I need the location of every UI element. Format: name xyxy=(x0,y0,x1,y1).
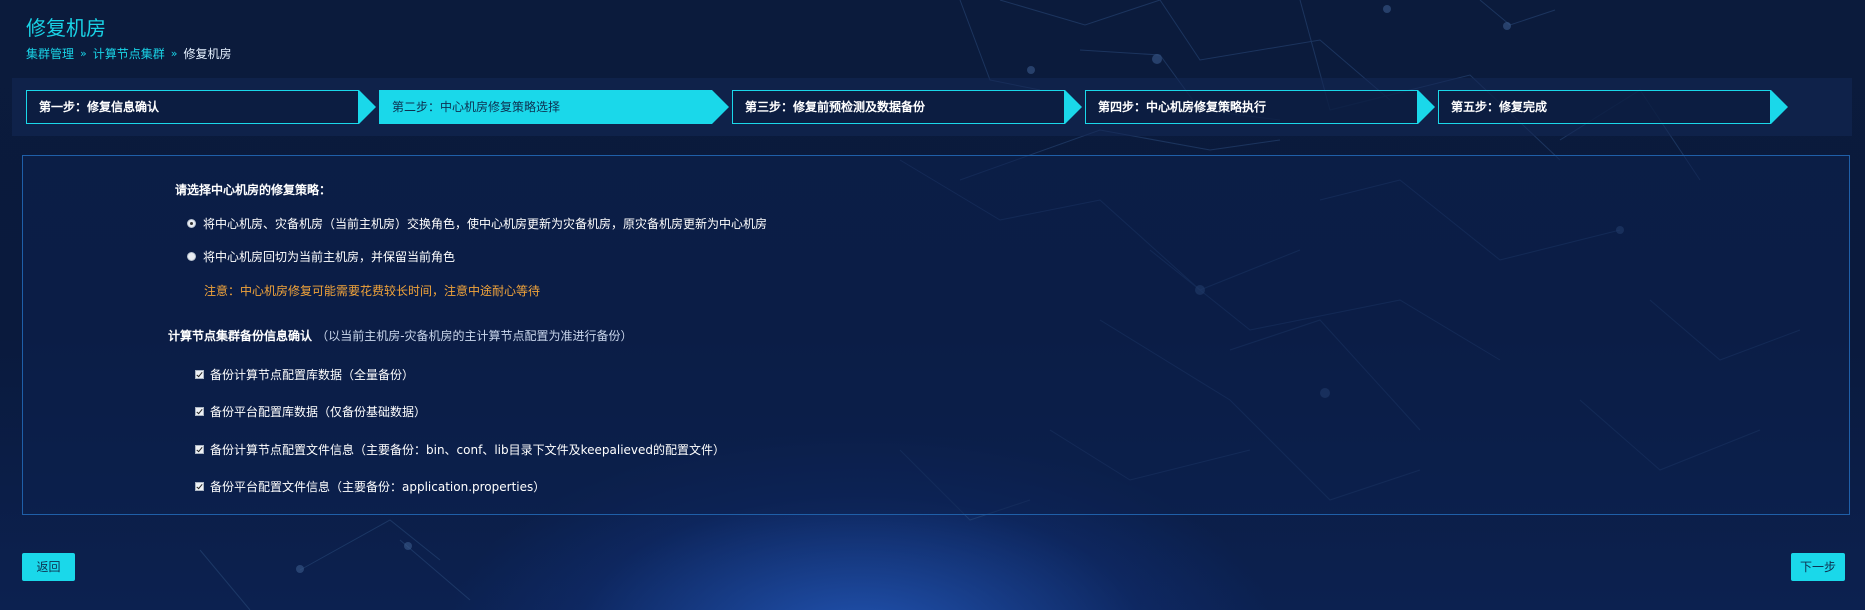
backup-item-label: 备份平台配置文件信息（主要备份：application.properties） xyxy=(210,480,546,494)
checkbox-checked[interactable] xyxy=(195,445,204,454)
checkbox-checked[interactable] xyxy=(195,407,204,416)
backup-item-compute-config-db[interactable]: 备份计算节点配置库数据（全量备份） xyxy=(195,366,414,383)
step-arrow-icon xyxy=(1065,90,1082,124)
strategy-option-label: 将中心机房回切为当前主机房，并保留当前角色 xyxy=(203,250,456,264)
backup-item-label: 备份计算节点配置文件信息（主要备份：bin、conf、lib目录下文件及keep… xyxy=(210,443,726,457)
breadcrumb-item-cluster-management[interactable]: 集群管理 xyxy=(26,45,74,62)
breadcrumb-separator-icon: » xyxy=(80,47,87,60)
strategy-option-switch-back[interactable]: 将中心机房回切为当前主机房，并保留当前角色 xyxy=(187,248,455,265)
radio-button-checked[interactable] xyxy=(187,219,196,228)
step-5-label: 第五步：修复完成 xyxy=(1438,90,1771,124)
step-arrow-icon xyxy=(359,90,376,124)
strategy-warning: 注意：中心机房修复可能需要花费较长时间，注意中途耐心等待 xyxy=(204,284,541,298)
strategy-panel: 请选择中心机房的修复策略： 将中心机房、灾备机房（当前主机房）交换角色，使中心机… xyxy=(22,155,1850,515)
step-arrow-icon xyxy=(1418,90,1435,124)
backup-item-label: 备份计算节点配置库数据（全量备份） xyxy=(210,368,415,382)
breadcrumb-separator-icon: » xyxy=(170,47,178,60)
backup-heading: 计算节点集群备份信息确认 （以当前主机房-灾备机房的主计算节点配置为准进行备份） xyxy=(168,327,633,344)
backup-item-label: 备份平台配置库数据（仅备份基础数据） xyxy=(210,405,427,419)
step-arrow-icon xyxy=(712,90,729,124)
step-4-label: 第四步：中心机房修复策略执行 xyxy=(1085,90,1418,124)
backup-heading-hint: （以当前主机房-灾备机房的主计算节点配置为准进行备份） xyxy=(316,329,633,343)
radio-button[interactable] xyxy=(187,252,196,261)
strategy-heading: 请选择中心机房的修复策略： xyxy=(175,183,332,197)
backup-heading-text: 计算节点集群备份信息确认 xyxy=(168,329,313,343)
next-step-button[interactable]: 下一步 xyxy=(1791,553,1845,581)
step-2-label: 第二步：中心机房修复策略选择 xyxy=(379,90,712,124)
breadcrumb: 集群管理 » 计算节点集群 » 修复机房 xyxy=(26,45,232,62)
breadcrumb-item-current: 修复机房 xyxy=(183,47,232,61)
strategy-option-swap-roles[interactable]: 将中心机房、灾备机房（当前主机房）交换角色，使中心机房更新为灾备机房，原灾备机房… xyxy=(187,215,767,232)
page-title: 修复机房 xyxy=(26,16,106,40)
backup-item-platform-config-db[interactable]: 备份平台配置库数据（仅备份基础数据） xyxy=(195,403,426,420)
step-arrow-icon xyxy=(1771,90,1788,124)
step-3-label: 第三步：修复前预检测及数据备份 xyxy=(732,90,1065,124)
step-1-label: 第一步：修复信息确认 xyxy=(26,90,359,124)
checkbox-checked[interactable] xyxy=(195,370,204,379)
breadcrumb-item-compute-node-cluster[interactable]: 计算节点集群 xyxy=(93,45,165,62)
backup-item-platform-config-files[interactable]: 备份平台配置文件信息（主要备份：application.properties） xyxy=(195,478,545,495)
strategy-option-label: 将中心机房、灾备机房（当前主机房）交换角色，使中心机房更新为灾备机房，原灾备机房… xyxy=(203,217,768,231)
step-progress-bar: 第一步：修复信息确认 第二步：中心机房修复策略选择 第三步：修复前预检测及数据备… xyxy=(12,78,1852,136)
checkbox-checked[interactable] xyxy=(195,482,204,491)
backup-item-compute-config-files[interactable]: 备份计算节点配置文件信息（主要备份：bin、conf、lib目录下文件及keep… xyxy=(195,441,725,458)
back-button[interactable]: 返回 xyxy=(22,553,75,581)
